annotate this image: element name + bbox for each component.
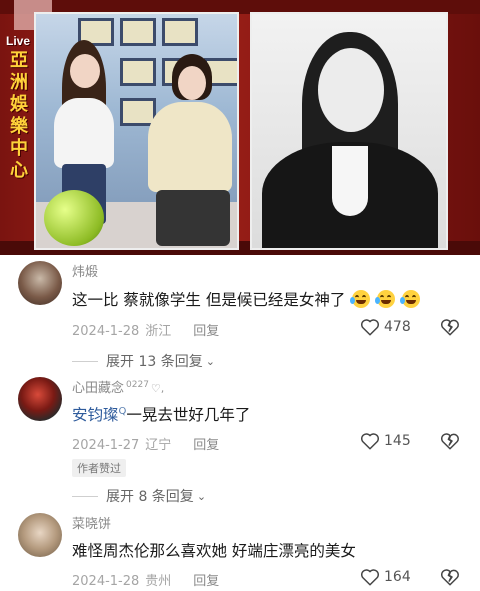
expand-replies-button[interactable]: 展开 13 条回复 ⌄ [72,351,215,371]
like-count: 145 [384,433,411,449]
small-heart-icon: ♡, [150,382,165,395]
divider-line [72,360,98,362]
broken-heart-icon [440,569,459,586]
channel-char: 中 [10,138,28,159]
comment-text: 安钧璨Q一晃去世好几年了 [72,403,250,425]
like-button[interactable]: 164 [360,568,411,586]
comment-text: 这一比 蔡就像学生 但是候已经是女神了 [72,288,421,310]
reply-button[interactable]: 回复 [193,324,219,339]
comment-body: 这一比 蔡就像学生 但是候已经是女神了 [72,291,346,309]
laughing-crying-emoji [350,290,371,308]
comment-meta: 2024-1-28 浙江 回复 [72,320,219,339]
broken-heart-icon [440,319,459,336]
comment-body: 一晃去世好几年了 [126,406,251,424]
user-level-badge: 0227 [126,379,149,390]
laughing-crying-emoji [400,290,421,308]
avatar[interactable] [18,513,62,557]
laughing-crying-emoji [375,290,396,308]
comment-meta: 2024-1-27 辽宁 回复 [72,434,219,453]
dislike-button[interactable] [440,318,460,340]
studio-scene-image [34,12,239,250]
dislike-button[interactable] [440,432,460,454]
comment-location: 辽宁 [145,438,172,453]
mention-link[interactable]: 安钧璨Q [72,406,126,424]
like-button[interactable]: 478 [360,318,411,336]
live-label: Live [6,34,31,48]
expand-replies-label: 展开 13 条回复 [106,354,203,370]
channel-char: 娛 [10,94,28,115]
comment-date: 2024-1-27 [72,438,140,453]
comment-username[interactable]: 菜晓饼 [72,513,111,532]
like-count: 164 [384,569,411,585]
like-count: 478 [384,319,411,335]
comment-meta: 2024-1-28 贵州 回复 [72,570,219,589]
avatar[interactable] [18,377,62,421]
comment-username[interactable]: 炜煅 [72,261,98,280]
portrait-image [250,12,448,250]
heart-icon [360,433,380,450]
comment-date: 2024-1-28 [72,574,140,589]
expand-replies-label: 展开 8 条回复 [106,489,194,505]
reply-button[interactable]: 回复 [193,438,219,453]
chevron-down-icon: ⌄ [205,354,215,368]
comment-location: 贵州 [145,574,172,589]
video-screenshot[interactable]: Live 亞 洲 娛 樂 中 心 [0,0,480,255]
broken-heart-icon [440,433,459,450]
heart-icon [360,569,380,586]
avatar[interactable] [18,261,62,305]
channel-char: 亞 [10,50,28,71]
comment-date: 2024-1-28 [72,324,140,339]
channel-label: Live 亞 洲 娛 樂 中 心 [6,34,32,182]
author-liked-badge: 作者赞过 [72,459,126,477]
channel-char: 洲 [10,72,28,93]
comment-location: 浙江 [145,324,172,339]
channel-char: 心 [10,160,28,181]
reply-button[interactable]: 回复 [193,574,219,589]
mention-name: 安钧璨 [72,406,119,424]
heart-icon [360,319,380,336]
chevron-down-icon: ⌄ [196,489,207,503]
comment-username-row: 心田藏念 0227 ♡, [72,377,164,396]
dislike-button[interactable] [440,568,460,590]
divider-line [72,495,98,497]
channel-char: 樂 [10,116,28,137]
comment-username[interactable]: 心田藏念 [72,381,124,396]
expand-replies-button[interactable]: 展开 8 条回复 ⌄ [72,486,206,506]
comment-text: 难怪周杰伦那么喜欢她 好端庄漂亮的美女 [72,542,356,560]
like-button[interactable]: 145 [360,432,411,450]
